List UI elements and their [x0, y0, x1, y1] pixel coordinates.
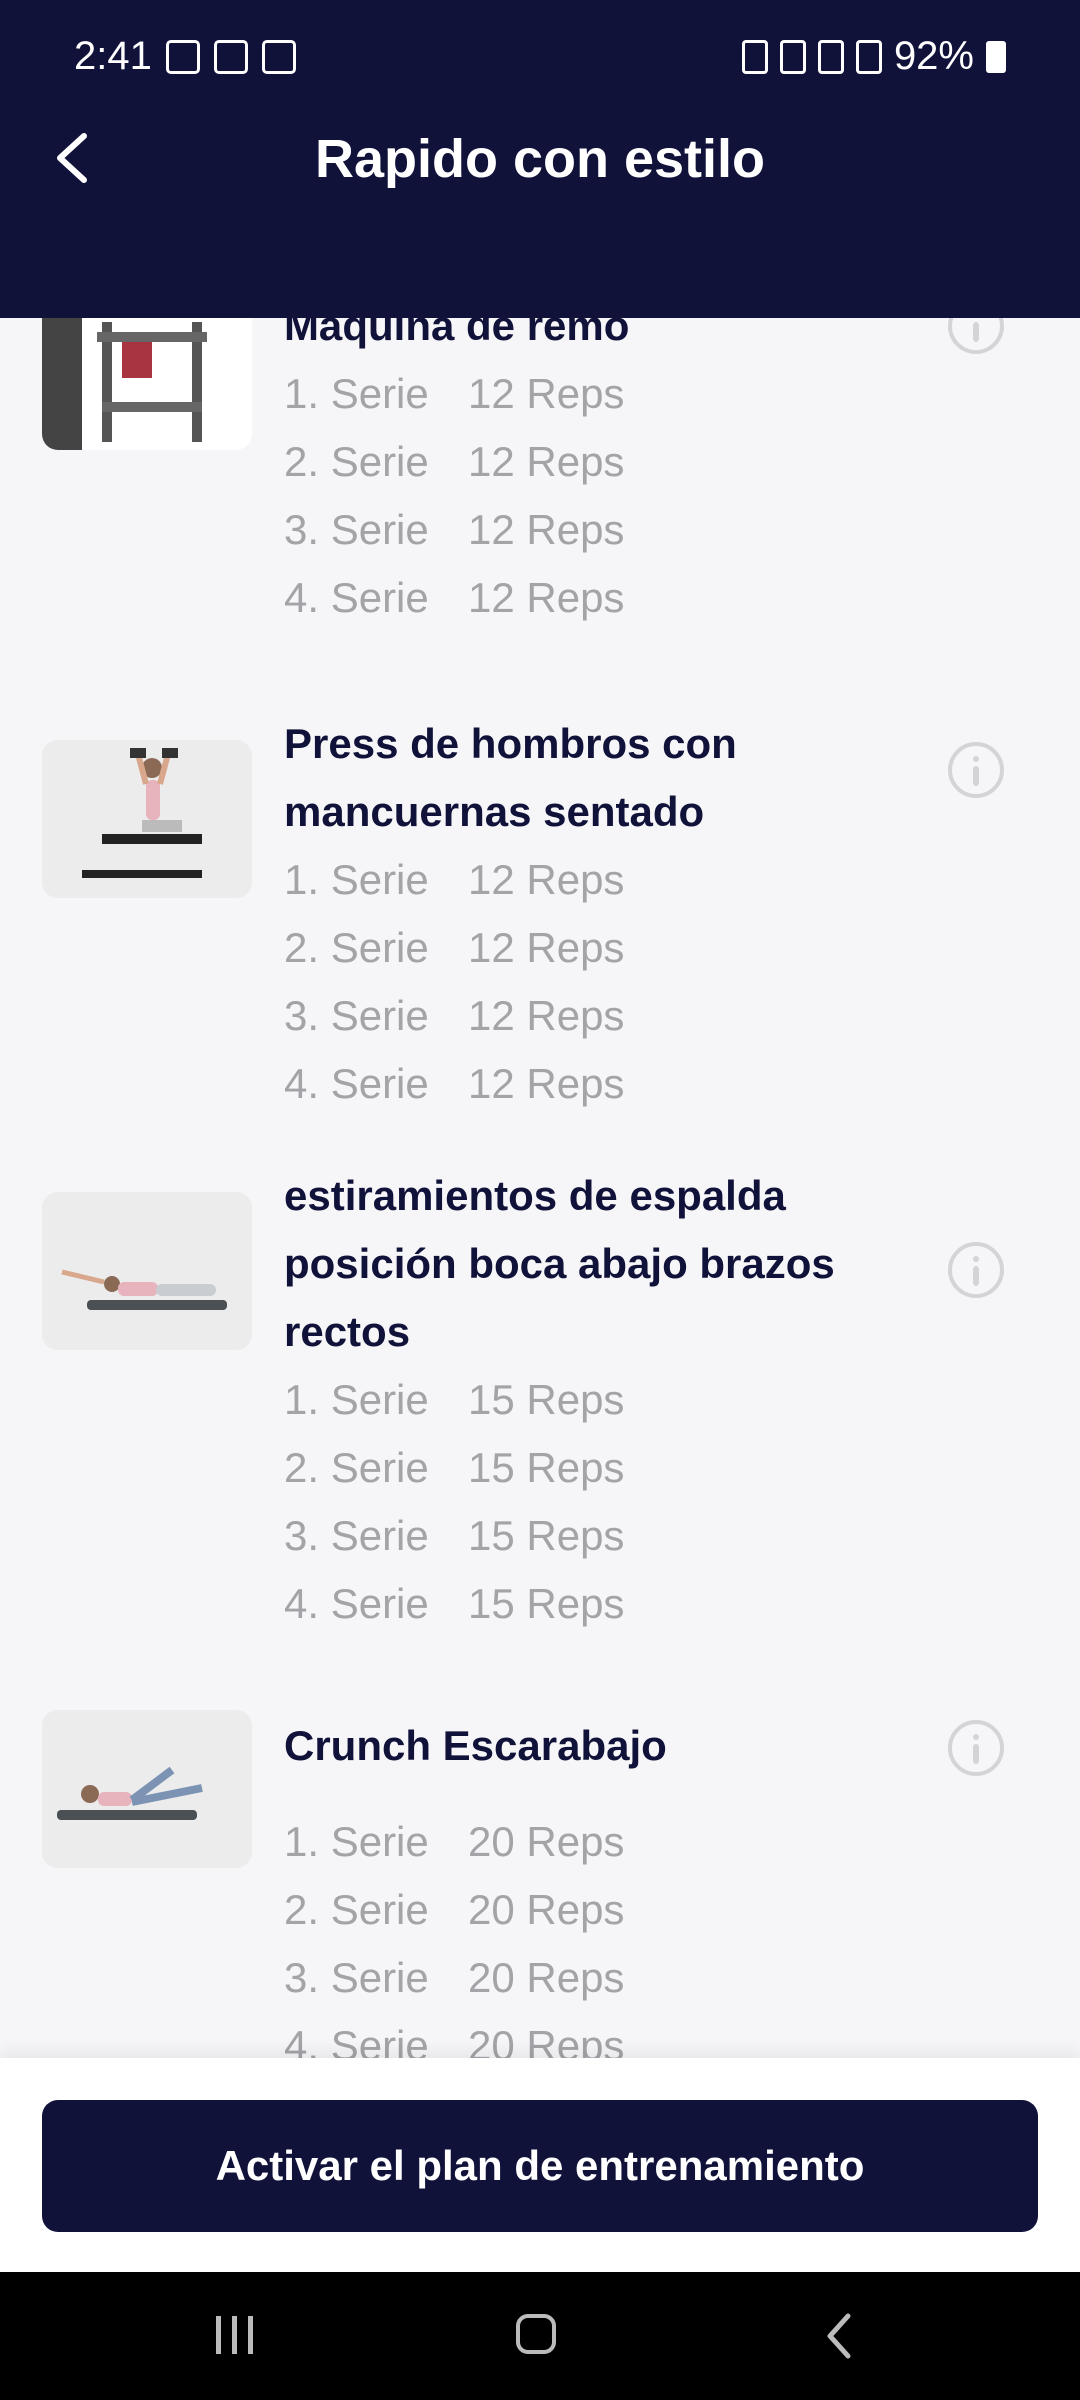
sets-list: 1. Serie 20 Reps 2. Serie 20 Reps 3. Serie…	[284, 1808, 624, 2058]
set-row: 2. Serie 15 Reps	[284, 1444, 625, 1491]
info-icon[interactable]	[948, 1720, 1004, 1776]
gallery-icon	[166, 40, 200, 74]
nav-back-button[interactable]	[800, 2306, 880, 2366]
shoulder-press-image	[42, 740, 252, 898]
navigation-bar	[0, 2272, 1080, 2400]
exercise-name: Máquina de remo	[284, 318, 630, 349]
status-right: 92%	[741, 34, 1006, 79]
set-row: 4. Serie 12 Reps	[284, 574, 625, 621]
set-row: 1. Serie 12 Reps	[284, 856, 625, 903]
set-row: 1. Serie 15 Reps	[284, 1376, 625, 1423]
exercise-thumbnail[interactable]	[42, 1710, 252, 1868]
status-time: 2:41	[74, 34, 152, 78]
set-row: 3. Serie 20 Reps	[284, 1954, 625, 2001]
back-stretch-image	[42, 1192, 252, 1350]
exercise-thumbnail[interactable]	[42, 1192, 252, 1350]
sets-list: 1. Serie 12 Reps 2. Serie 12 Reps 3. Serie…	[284, 846, 624, 1118]
set-row: 4. Serie 20 Reps	[284, 2022, 625, 2058]
set-row: 1. Serie 12 Reps	[284, 370, 625, 417]
tiktok-icon	[262, 40, 296, 74]
battery-percent: 92%	[893, 34, 974, 78]
set-row: 4. Serie 12 Reps	[284, 1060, 625, 1107]
exercise-name: Press de hombros con mancuernas sentado	[284, 720, 737, 835]
wifi-icon	[817, 39, 844, 74]
info-icon[interactable]	[948, 1242, 1004, 1298]
set-row: 3. Serie 12 Reps	[284, 992, 625, 1039]
cta-area: Activar el plan de entrenamiento	[0, 2058, 1080, 2272]
home-button[interactable]	[496, 2306, 576, 2366]
exercise-name: estiramientos de espalda posición boca a…	[284, 1172, 835, 1355]
dead-bug-crunch-image	[42, 1710, 252, 1868]
signal-icon	[855, 39, 882, 74]
recent-apps-button[interactable]	[196, 2306, 276, 2366]
status-bar: 2:41 92%	[0, 0, 1080, 88]
back-arrow-icon	[827, 2313, 851, 2359]
info-icon[interactable]	[948, 742, 1004, 798]
exercise-thumbnail[interactable]	[42, 740, 252, 898]
set-row: 2. Serie 20 Reps	[284, 1886, 625, 1933]
set-row: 1. Serie 20 Reps	[284, 1818, 625, 1865]
notification-icon	[214, 40, 248, 74]
battery-icon	[986, 40, 1006, 73]
set-row: 3. Serie 15 Reps	[284, 1512, 625, 1559]
sets-list: 1. Serie 15 Reps 2. Serie 15 Reps 3. Serie…	[284, 1366, 624, 1638]
rowing-machine-image	[42, 318, 252, 450]
info-icon[interactable]	[948, 318, 1004, 354]
page-title: Rapido con estilo	[314, 129, 766, 189]
exercise-list[interactable]: Máquina de remo 1. Serie 12 Reps 2. Serie…	[0, 318, 1080, 2058]
set-row: 3. Serie 12 Reps	[284, 506, 625, 553]
exercise-name: Crunch Escarabajo	[284, 1722, 667, 1769]
header	[0, 88, 1080, 318]
exercise-thumbnail[interactable]	[42, 318, 252, 450]
battery-saver-icon	[741, 39, 768, 74]
activate-plan-button[interactable]: Activar el plan de entrenamiento	[42, 2100, 1038, 2232]
sets-list: 1. Serie 12 Reps 2. Serie 12 Reps 3. Serie…	[284, 360, 624, 632]
set-row: 2. Serie 12 Reps	[284, 438, 625, 485]
alarm-icon	[779, 39, 806, 74]
set-row: 2. Serie 12 Reps	[284, 924, 625, 971]
set-row: 4. Serie 15 Reps	[284, 1580, 625, 1627]
status-left-icons	[166, 40, 296, 74]
